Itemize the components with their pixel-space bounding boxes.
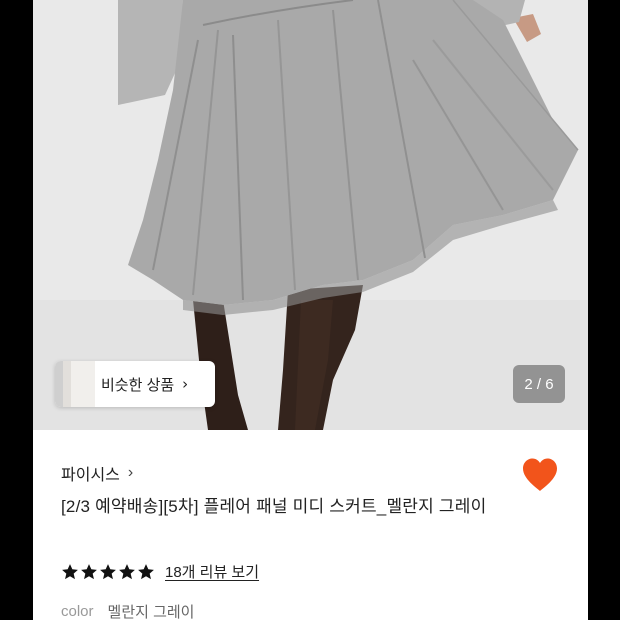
star-icon — [119, 563, 135, 579]
star-icon — [81, 563, 97, 579]
similar-products-button[interactable]: 비슷한 상품 › — [55, 361, 215, 407]
brand-link[interactable]: 파이시스 › — [61, 461, 133, 485]
brand-name: 파이시스 — [61, 467, 120, 484]
rating-row: 18개 리뷰 보기 — [61, 561, 259, 582]
similar-products-thumbnails — [55, 361, 95, 407]
product-title: [2/3 예약배송][5차] 플레어 패널 미디 스커트_멜란지 그레이 — [61, 497, 487, 516]
reviews-link[interactable]: 18개 리뷰 보기 — [165, 561, 259, 582]
star-icon — [62, 563, 78, 579]
star-icon — [100, 563, 116, 579]
color-label: color — [61, 603, 94, 620]
star-icon — [138, 563, 154, 579]
product-image-carousel[interactable]: 비슷한 상품 › 2 / 6 — [33, 0, 588, 430]
image-page-counter: 2 / 6 — [513, 365, 565, 403]
similar-products-label: 비슷한 상품 — [101, 376, 175, 394]
product-detail-screen: 비슷한 상품 › 2 / 6 파이시스 › [2/3 예약배송][5차] 플레어… — [33, 0, 588, 620]
star-rating — [61, 563, 156, 581]
color-value: 멜란지 그레이 — [107, 604, 195, 620]
chevron-right-icon: › — [127, 464, 134, 481]
like-button[interactable] — [521, 457, 559, 493]
product-info-section: 파이시스 › [2/3 예약배송][5차] 플레어 패널 미디 스커트_멜란지 … — [33, 430, 588, 620]
heart-icon — [523, 458, 557, 491]
chevron-right-icon: › — [182, 375, 189, 393]
color-option-row: color 멜란지 그레이 — [61, 601, 194, 620]
